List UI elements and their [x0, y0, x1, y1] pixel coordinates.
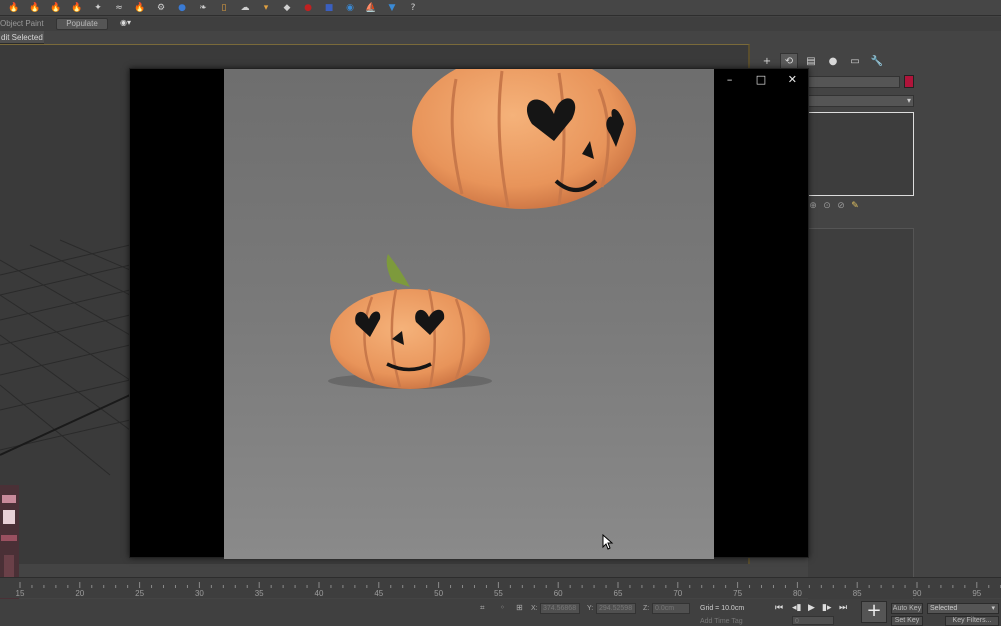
timeline-frame-label: 50	[434, 589, 444, 598]
display-toggle-icon[interactable]: ◉▾	[120, 18, 131, 27]
pin-stack-icon[interactable]: ⊕	[808, 201, 818, 211]
display-tab-icon[interactable]: ▭	[846, 53, 864, 69]
lock-selection-icon[interactable]: ⌗	[480, 603, 485, 613]
timeline-frame-label: 95	[972, 589, 982, 598]
object-paint-tab[interactable]: Object Paint	[0, 19, 44, 28]
timeline-frame-label: 35	[254, 589, 264, 598]
timeline-frame-label: 90	[912, 589, 922, 598]
bucket-icon[interactable]: ▾	[258, 1, 274, 15]
timeline-ticks	[19, 582, 1001, 588]
max-app-window: 🔥 🔥 🔥 🔥 ✦ ≈ 🔥 ⚙ ● ❧ ▯ ☁ ▾ ◆ ● ■ ◉ ⛵ ▼? Object Paint Popula…	[0, 0, 1001, 626]
rendered-image-window[interactable]: – □ ✕	[129, 68, 809, 559]
remove-modifier-icon[interactable]: ⊘	[836, 201, 846, 211]
timeline-frame-label: 40	[314, 589, 324, 598]
timeline-frame-label: 70	[673, 589, 683, 598]
z-coord-field[interactable]: 0.0cm	[652, 603, 690, 614]
window-controls: – □ ✕	[714, 69, 808, 89]
minimize-button[interactable]: –	[720, 70, 740, 88]
wave-icon[interactable]: ≈	[111, 1, 127, 15]
configure-sets-icon[interactable]: ✎	[850, 201, 860, 211]
timeline-frame-label: 55	[493, 589, 503, 598]
bucket-water-icon[interactable]: ▼	[384, 1, 400, 15]
motion-tab-icon[interactable]: ●	[824, 53, 842, 69]
grid-size-text: Grid = 10.0cm	[700, 605, 745, 612]
y-coord-field[interactable]: 294.52598	[596, 603, 636, 614]
absolute-mode-icon[interactable]: ⊞	[516, 603, 523, 612]
x-coord-field[interactable]: 374.56868	[540, 603, 580, 614]
timeline-frame-label: 30	[194, 589, 204, 598]
cloud-icon[interactable]: ☁	[237, 1, 253, 15]
main-toolbar: 🔥 🔥 🔥 🔥 ✦ ≈ 🔥 ⚙ ● ❧ ▯ ☁ ▾ ◆ ● ■ ◉ ⛵ ▼?	[0, 0, 1001, 16]
z-coord-label: Z:	[643, 605, 650, 612]
smoke-icon[interactable]: ⚙	[153, 1, 169, 15]
key-filters-button[interactable]: Key Filters...	[945, 616, 999, 626]
timeline-frame-label: 15	[15, 589, 25, 598]
boat-icon[interactable]: ⛵	[363, 1, 379, 15]
play-icon[interactable]: ▶	[808, 603, 815, 613]
edit-selected-label[interactable]: dit Selected	[0, 31, 44, 44]
y-coord-label: Y:	[587, 605, 594, 612]
key-mode-toggle-button[interactable]: +	[861, 601, 887, 623]
isolate-icon[interactable]: ◦	[500, 603, 505, 612]
timeline-frame-label: 65	[613, 589, 623, 598]
fire-effect-icon[interactable]: 🔥	[69, 1, 85, 15]
apple-icon[interactable]: ●	[300, 1, 316, 15]
pumpkin-photo	[224, 69, 714, 559]
populate-tab[interactable]: Populate	[56, 18, 108, 30]
status-bar: ⌗ ◦ ⊞ X: 374.56868 Y: 294.52598 Z: 0.0cm…	[0, 599, 1001, 626]
gem-icon[interactable]: ◆	[279, 1, 295, 15]
create-tab-icon[interactable]: +	[758, 53, 776, 69]
fire-effect-icon[interactable]: 🔥	[132, 1, 148, 15]
mug-icon[interactable]: ▯	[216, 1, 232, 15]
timeline-frame-label: 85	[852, 589, 862, 598]
help-icon[interactable]: ?	[405, 1, 421, 15]
previous-frame-icon[interactable]: ◂▮	[792, 603, 801, 613]
timeline-frame-label: 75	[733, 589, 743, 598]
water-icon[interactable]: ◉	[342, 1, 358, 15]
utilities-tab-icon[interactable]: 🔧	[868, 53, 886, 69]
modifier-list-dropdown[interactable]: ▾	[808, 95, 914, 107]
close-button[interactable]: ✕	[782, 70, 802, 88]
timeline-frame-label: 20	[75, 589, 85, 598]
auto-key-button[interactable]: Auto Key	[891, 603, 923, 614]
modify-tab-icon[interactable]: ⟲	[780, 53, 798, 69]
next-frame-icon[interactable]: ▮▸	[822, 603, 831, 613]
object-name-field[interactable]	[808, 76, 900, 88]
shield-icon[interactable]: ■	[321, 1, 337, 15]
mouse-cursor-icon	[602, 534, 614, 550]
leaf-icon[interactable]: ❧	[195, 1, 211, 15]
fire-effect-icon[interactable]: 🔥	[6, 1, 22, 15]
timeline-frame-label: 45	[374, 589, 384, 598]
ribbon-row: Object Paint Populate ◉▾	[0, 17, 1001, 31]
set-key-button[interactable]: Set Key	[891, 616, 923, 626]
current-frame-field[interactable]: 0	[792, 616, 834, 625]
selection-set-value: Selected	[930, 605, 958, 612]
hierarchy-tab-icon[interactable]: ▤	[802, 53, 820, 69]
particle-icon[interactable]: ✦	[90, 1, 106, 15]
timeline-frame-label: 25	[135, 589, 145, 598]
goto-start-icon[interactable]: ⏮	[775, 603, 783, 613]
x-coord-label: X:	[531, 605, 538, 612]
selection-set-dropdown[interactable]: Selected ▾	[927, 603, 999, 614]
timeline-frame-label: 80	[792, 589, 802, 598]
modifier-stack-list[interactable]	[808, 112, 914, 196]
add-time-tag-button[interactable]: Add Time Tag	[700, 618, 743, 625]
fire-effect-icon[interactable]: 🔥	[27, 1, 43, 15]
goto-end-icon[interactable]: ⏭	[839, 603, 847, 613]
chevron-down-icon: ▾	[991, 605, 995, 612]
timeline-frame-label: 60	[553, 589, 563, 598]
stack-buttons: ⊕ ⊙ ⊘ ✎	[808, 201, 860, 211]
parameters-rollout	[808, 228, 914, 608]
sphere-icon[interactable]: ●	[174, 1, 190, 15]
show-end-result-icon[interactable]: ⊙	[822, 201, 832, 211]
timeline-track-bar[interactable]: 15 20 25 30 35 40 45 50 55 60 65 70 75 80 85 90 95	[0, 577, 1001, 598]
fire-effect-icon[interactable]: 🔥	[48, 1, 64, 15]
maximize-button[interactable]: □	[751, 70, 771, 88]
object-color-swatch[interactable]	[904, 75, 914, 88]
